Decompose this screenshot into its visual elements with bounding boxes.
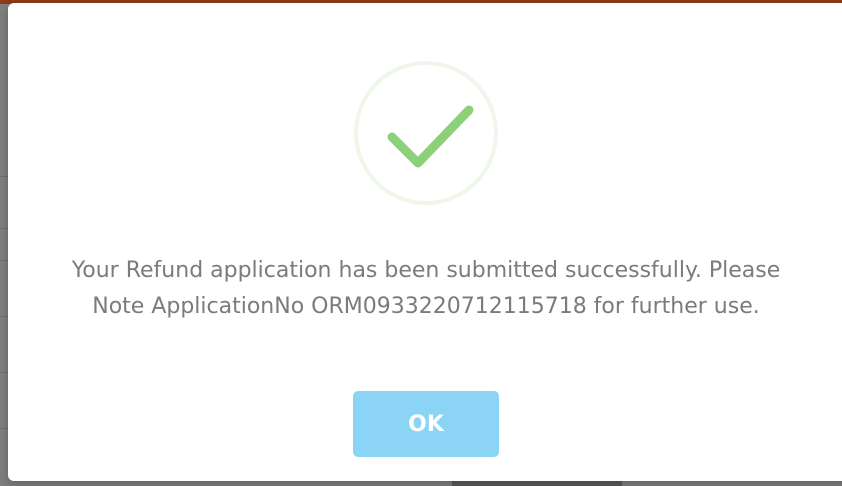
success-checkmark-icon <box>354 61 498 205</box>
backdrop-obscured-text <box>452 481 622 486</box>
checkmark-icon <box>387 105 474 168</box>
ok-button[interactable]: OK <box>353 391 499 457</box>
dialog-message-line-1: Your Refund application has been submitt… <box>71 258 781 283</box>
dialog-message: Your Refund application has been submitt… <box>8 253 842 325</box>
success-dialog: Your Refund application has been submitt… <box>8 3 842 481</box>
dialog-message-line-2: Note ApplicationNo ORM0933220712115718 f… <box>92 294 760 319</box>
